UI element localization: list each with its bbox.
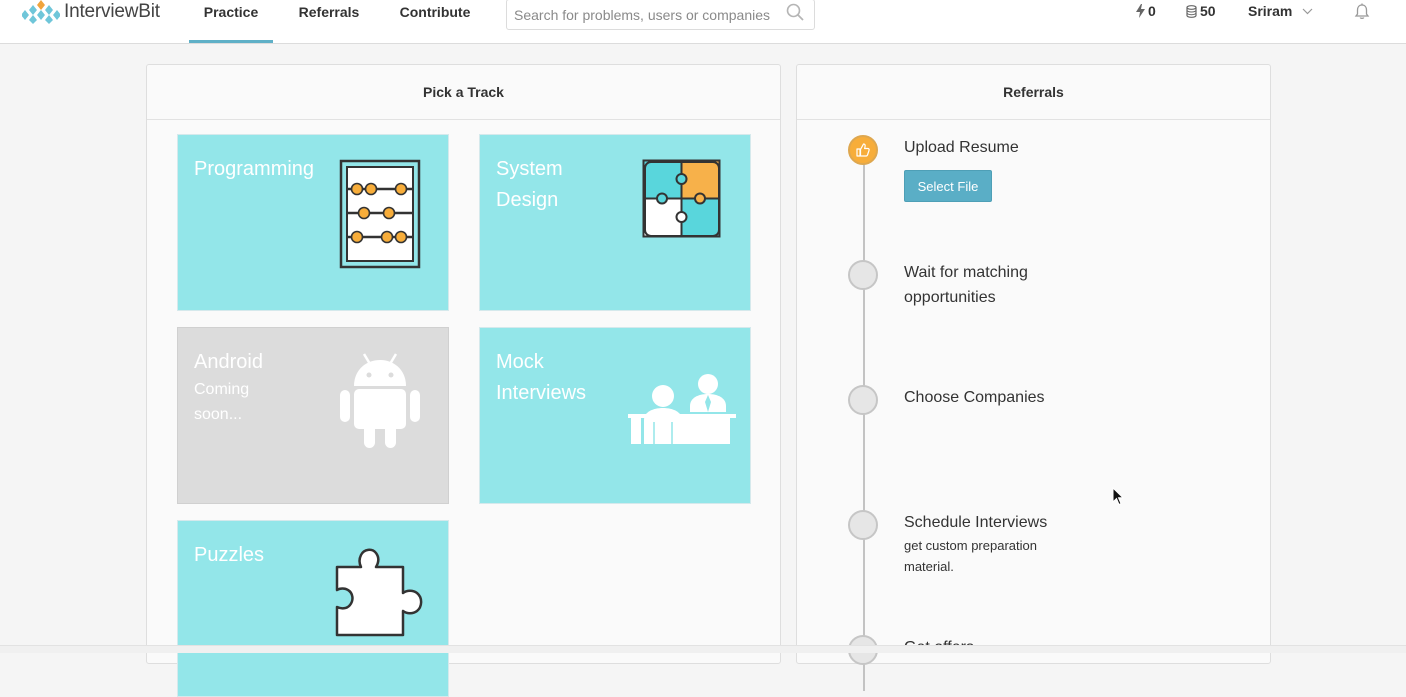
brand-name: InterviewBit (64, 1, 160, 22)
user-menu[interactable]: Sriram (1248, 3, 1313, 19)
track-title: Android (194, 351, 263, 373)
android-icon (340, 353, 420, 448)
mouse-cursor-icon (1112, 487, 1124, 506)
brand-logo[interactable]: InterviewBit (22, 0, 160, 24)
interviewbit-logo-icon (22, 0, 60, 24)
step-title: Upload Resume (904, 139, 1019, 156)
step-choose-companies-marker (848, 385, 878, 415)
step-title: Schedule Interviews (904, 514, 1048, 531)
chevron-down-icon (1302, 8, 1313, 14)
step-subtitle: get custom preparation material. (904, 538, 1037, 574)
abacus-icon (339, 159, 421, 269)
lightning-icon (1136, 4, 1145, 18)
track-title: Mock Interviews (496, 351, 587, 404)
coming-soon-label: Coming soon... (194, 381, 250, 423)
puzzle-piece-icon (335, 548, 423, 637)
track-title: Programming (194, 158, 315, 180)
search-box (506, 0, 815, 30)
step-schedule-interviews-marker (848, 510, 878, 540)
track-programming[interactable]: Programming (177, 134, 449, 311)
step-title: Wait for matching opportunities (904, 264, 1028, 306)
coins-count: 50 (1200, 3, 1216, 19)
select-file-button[interactable]: Select File (904, 170, 992, 202)
step-wait-marker (848, 260, 878, 290)
nav-contribute[interactable]: Contribute (389, 0, 481, 43)
step-title: Choose Companies (904, 389, 1045, 406)
coins-stat[interactable]: 50 (1186, 3, 1216, 19)
track-mock-interviews[interactable]: Mock Interviews (479, 327, 751, 504)
track-system-design[interactable]: System Design (479, 134, 751, 311)
pick-a-track-panel: Pick a Track Programming System Design A… (146, 64, 781, 697)
track-android: Android Coming soon... (177, 327, 449, 504)
track-title: Puzzles (194, 544, 265, 566)
user-name: Sriram (1248, 3, 1293, 19)
bell-icon[interactable] (1354, 3, 1370, 20)
search-input[interactable] (512, 4, 781, 26)
panel-title: Pick a Track (147, 65, 780, 120)
step-upload-resume-marker (848, 135, 878, 165)
search-icon[interactable] (786, 3, 804, 21)
track-puzzles[interactable]: Puzzles (177, 520, 449, 697)
thumbs-up-icon (856, 143, 870, 157)
streak-count: 0 (1148, 3, 1156, 19)
nav-referrals[interactable]: Referrals (288, 0, 370, 43)
coins-icon (1186, 4, 1197, 18)
nav-practice[interactable]: Practice (189, 0, 273, 43)
timeline-line (863, 151, 865, 691)
top-navbar: InterviewBit Practice Referrals Contribu… (0, 0, 1406, 44)
streak-stat[interactable]: 0 (1136, 3, 1156, 19)
interview-desk-icon (628, 374, 736, 444)
referrals-panel: Referrals Upload Resume Select File Wait… (796, 64, 1271, 691)
panel-title: Referrals (797, 65, 1270, 120)
puzzle-grid-icon (642, 159, 721, 238)
track-title: System Design (496, 158, 563, 211)
